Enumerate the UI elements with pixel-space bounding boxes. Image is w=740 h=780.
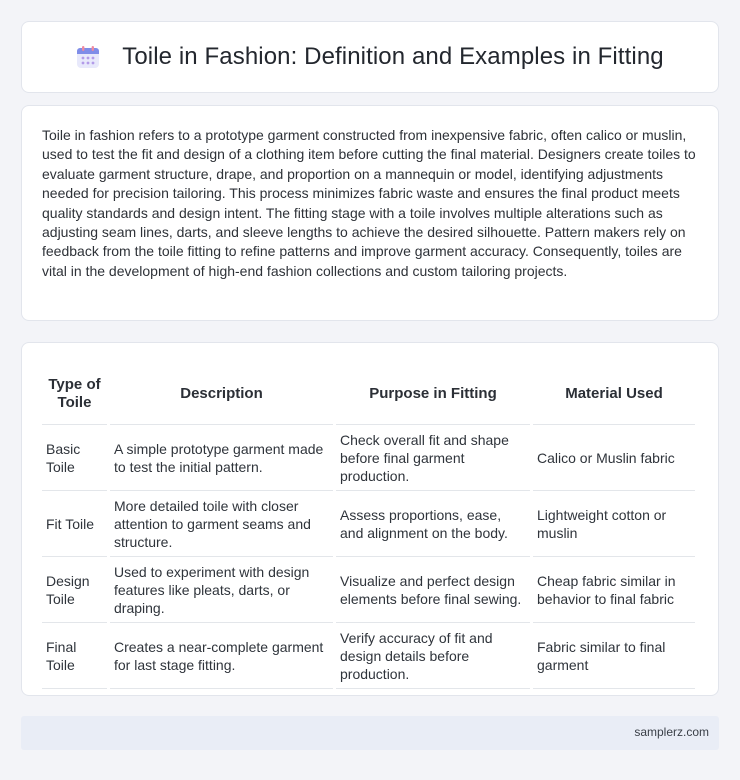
page-title: Toile in Fashion: Definition and Example… [122, 43, 664, 70]
cell-material: Fabric similar to final garment [533, 623, 695, 689]
cell-material: Calico or Muslin fabric [533, 425, 695, 491]
cell-purpose: Visualize and perfect design elements be… [336, 557, 530, 623]
table-row: Basic Toile A simple prototype garment m… [42, 425, 695, 491]
column-header-description: Description [110, 363, 333, 425]
cell-material: Cheap fabric similar in behavior to fina… [533, 557, 695, 623]
cell-purpose: Check overall fit and shape before final… [336, 425, 530, 491]
column-header-purpose: Purpose in Fitting [336, 363, 530, 425]
column-header-material: Material Used [533, 363, 695, 425]
cell-type: Basic Toile [42, 425, 107, 491]
cell-type: Design Toile [42, 557, 107, 623]
cell-description: Creates a near-complete garment for last… [110, 623, 333, 689]
intro-card: Toile in fashion refers to a prototype g… [21, 105, 719, 321]
table-row: Final Toile Creates a near-complete garm… [42, 623, 695, 689]
column-header-type: Type of Toile [42, 363, 107, 425]
title-card: Toile in Fashion: Definition and Example… [21, 21, 719, 93]
cell-type: Final Toile [42, 623, 107, 689]
table-header-row: Type of Toile Description Purpose in Fit… [42, 363, 695, 425]
toile-table: Type of Toile Description Purpose in Fit… [39, 363, 698, 689]
footer-site-link[interactable]: samplerz.com [634, 725, 709, 739]
table-row: Fit Toile More detailed toile with close… [42, 491, 695, 557]
cell-description: More detailed toile with closer attentio… [110, 491, 333, 557]
cell-description: A simple prototype garment made to test … [110, 425, 333, 491]
footer-bar: samplerz.com [21, 716, 719, 750]
cell-type: Fit Toile [42, 491, 107, 557]
table-card: Type of Toile Description Purpose in Fit… [21, 342, 719, 696]
table-row: Design Toile Used to experiment with des… [42, 557, 695, 623]
cell-purpose: Verify accuracy of fit and design detail… [336, 623, 530, 689]
calendar-icon [76, 45, 100, 69]
cell-description: Used to experiment with design features … [110, 557, 333, 623]
intro-paragraph: Toile in fashion refers to a prototype g… [42, 127, 696, 279]
cell-purpose: Assess proportions, ease, and alignment … [336, 491, 530, 557]
cell-material: Lightweight cotton or muslin [533, 491, 695, 557]
